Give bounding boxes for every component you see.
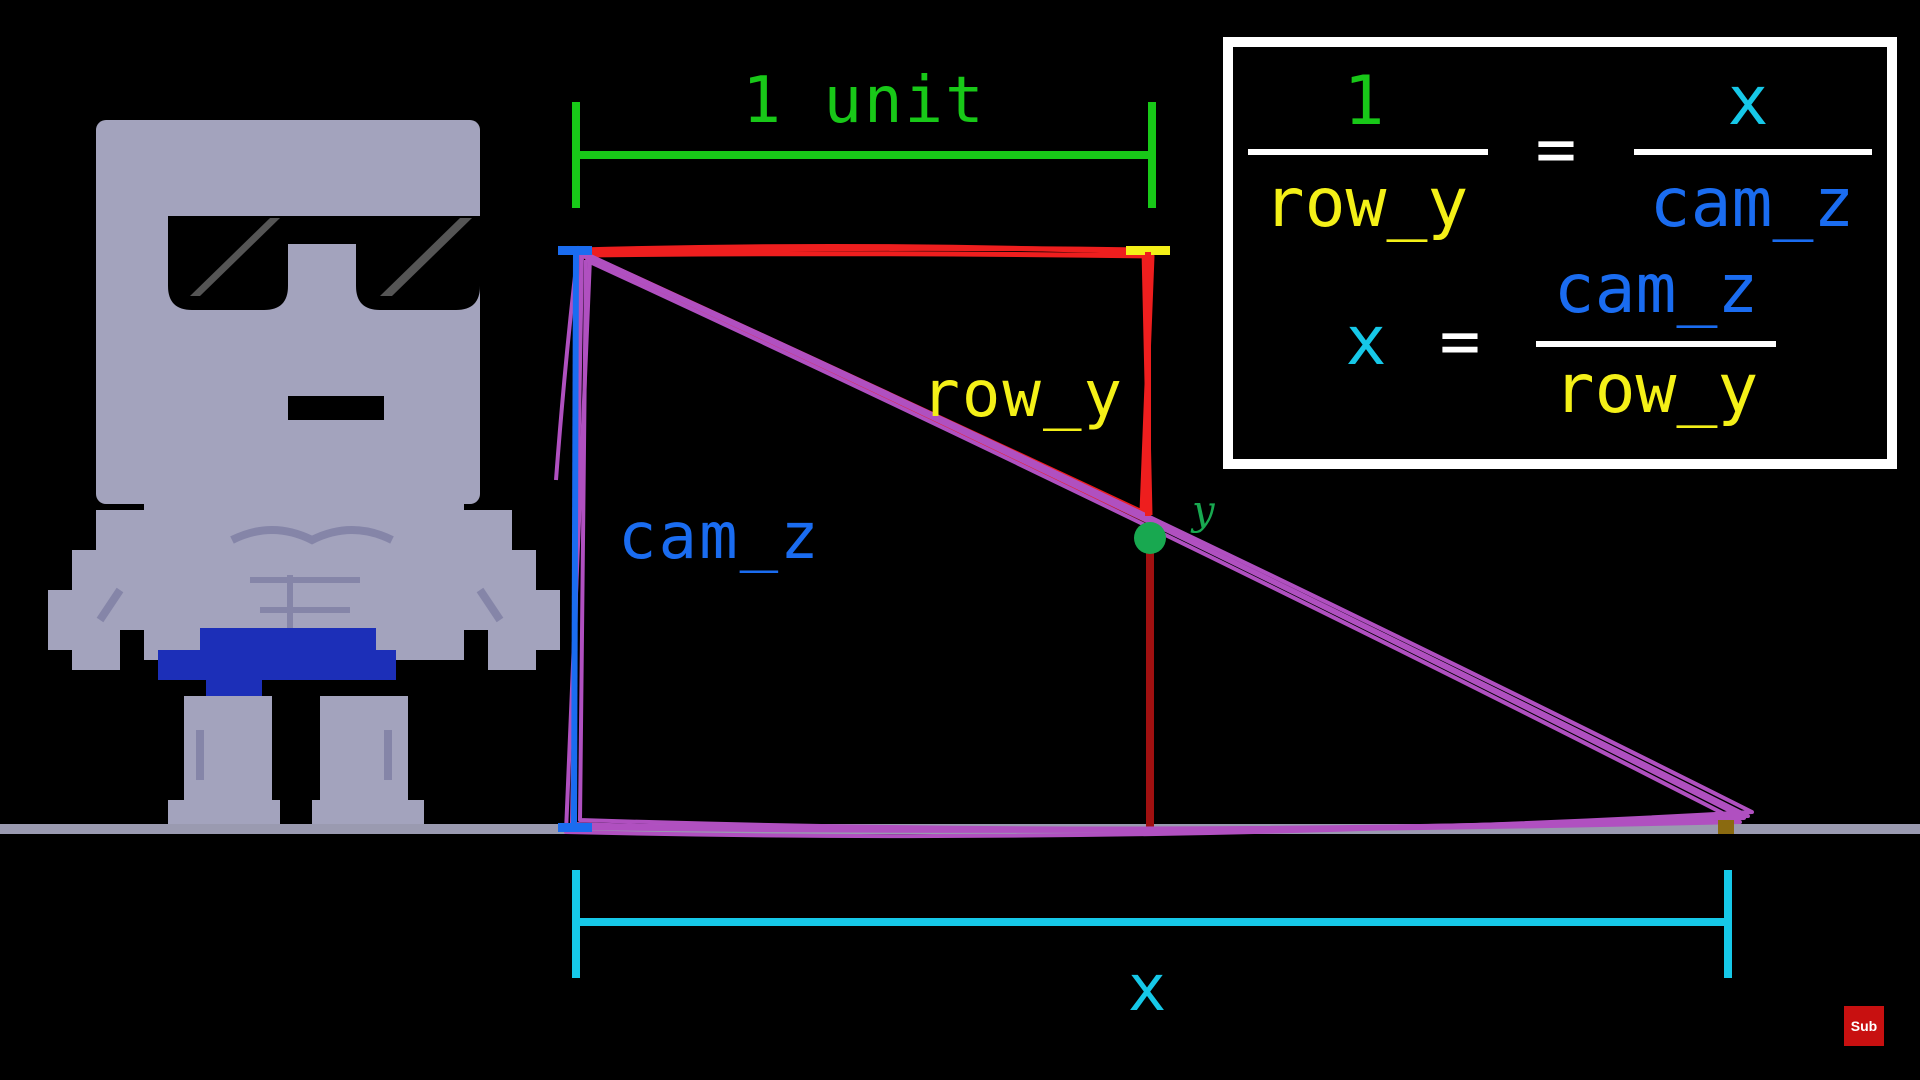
- formula2-right-denominator: row_y: [1554, 350, 1759, 429]
- mouth: [288, 396, 384, 420]
- unit-label: 1 unit: [742, 64, 985, 138]
- cam-z-tick-bottom: [558, 823, 592, 832]
- pixel-character: [48, 120, 560, 824]
- diagram-canvas: 1 unit x y row_y cam_z 1 row_y = x cam_z…: [0, 37, 1920, 1046]
- cam-z-label: cam_z: [618, 500, 821, 574]
- formula1-equals: =: [1536, 110, 1577, 189]
- cam-z-edge: [571, 251, 579, 827]
- cam-z-tick-top: [558, 246, 592, 255]
- intersection-point: [1134, 522, 1166, 554]
- subscribe-watermark[interactable]: Sub: [1844, 1006, 1884, 1046]
- ground-endpoint: [1718, 820, 1734, 834]
- formula1-right-numerator: x: [1728, 62, 1769, 141]
- row-y-label: row_y: [921, 358, 1124, 432]
- point-label: y: [1190, 488, 1216, 534]
- formula2-right-numerator: cam_z: [1554, 250, 1759, 329]
- formula2-equals: =: [1440, 302, 1481, 381]
- formula1-right-denominator: cam_z: [1650, 164, 1855, 243]
- formula-box: 1 row_y = x cam_z x = cam_z row_y: [1223, 37, 1897, 469]
- subscribe-label: Sub: [1851, 1018, 1877, 1034]
- formula1-left-numerator: 1: [1344, 62, 1385, 141]
- x-bracket-label: x: [1128, 952, 1169, 1026]
- formula1-left-denominator: row_y: [1264, 164, 1469, 243]
- formula2-left: x: [1346, 302, 1387, 381]
